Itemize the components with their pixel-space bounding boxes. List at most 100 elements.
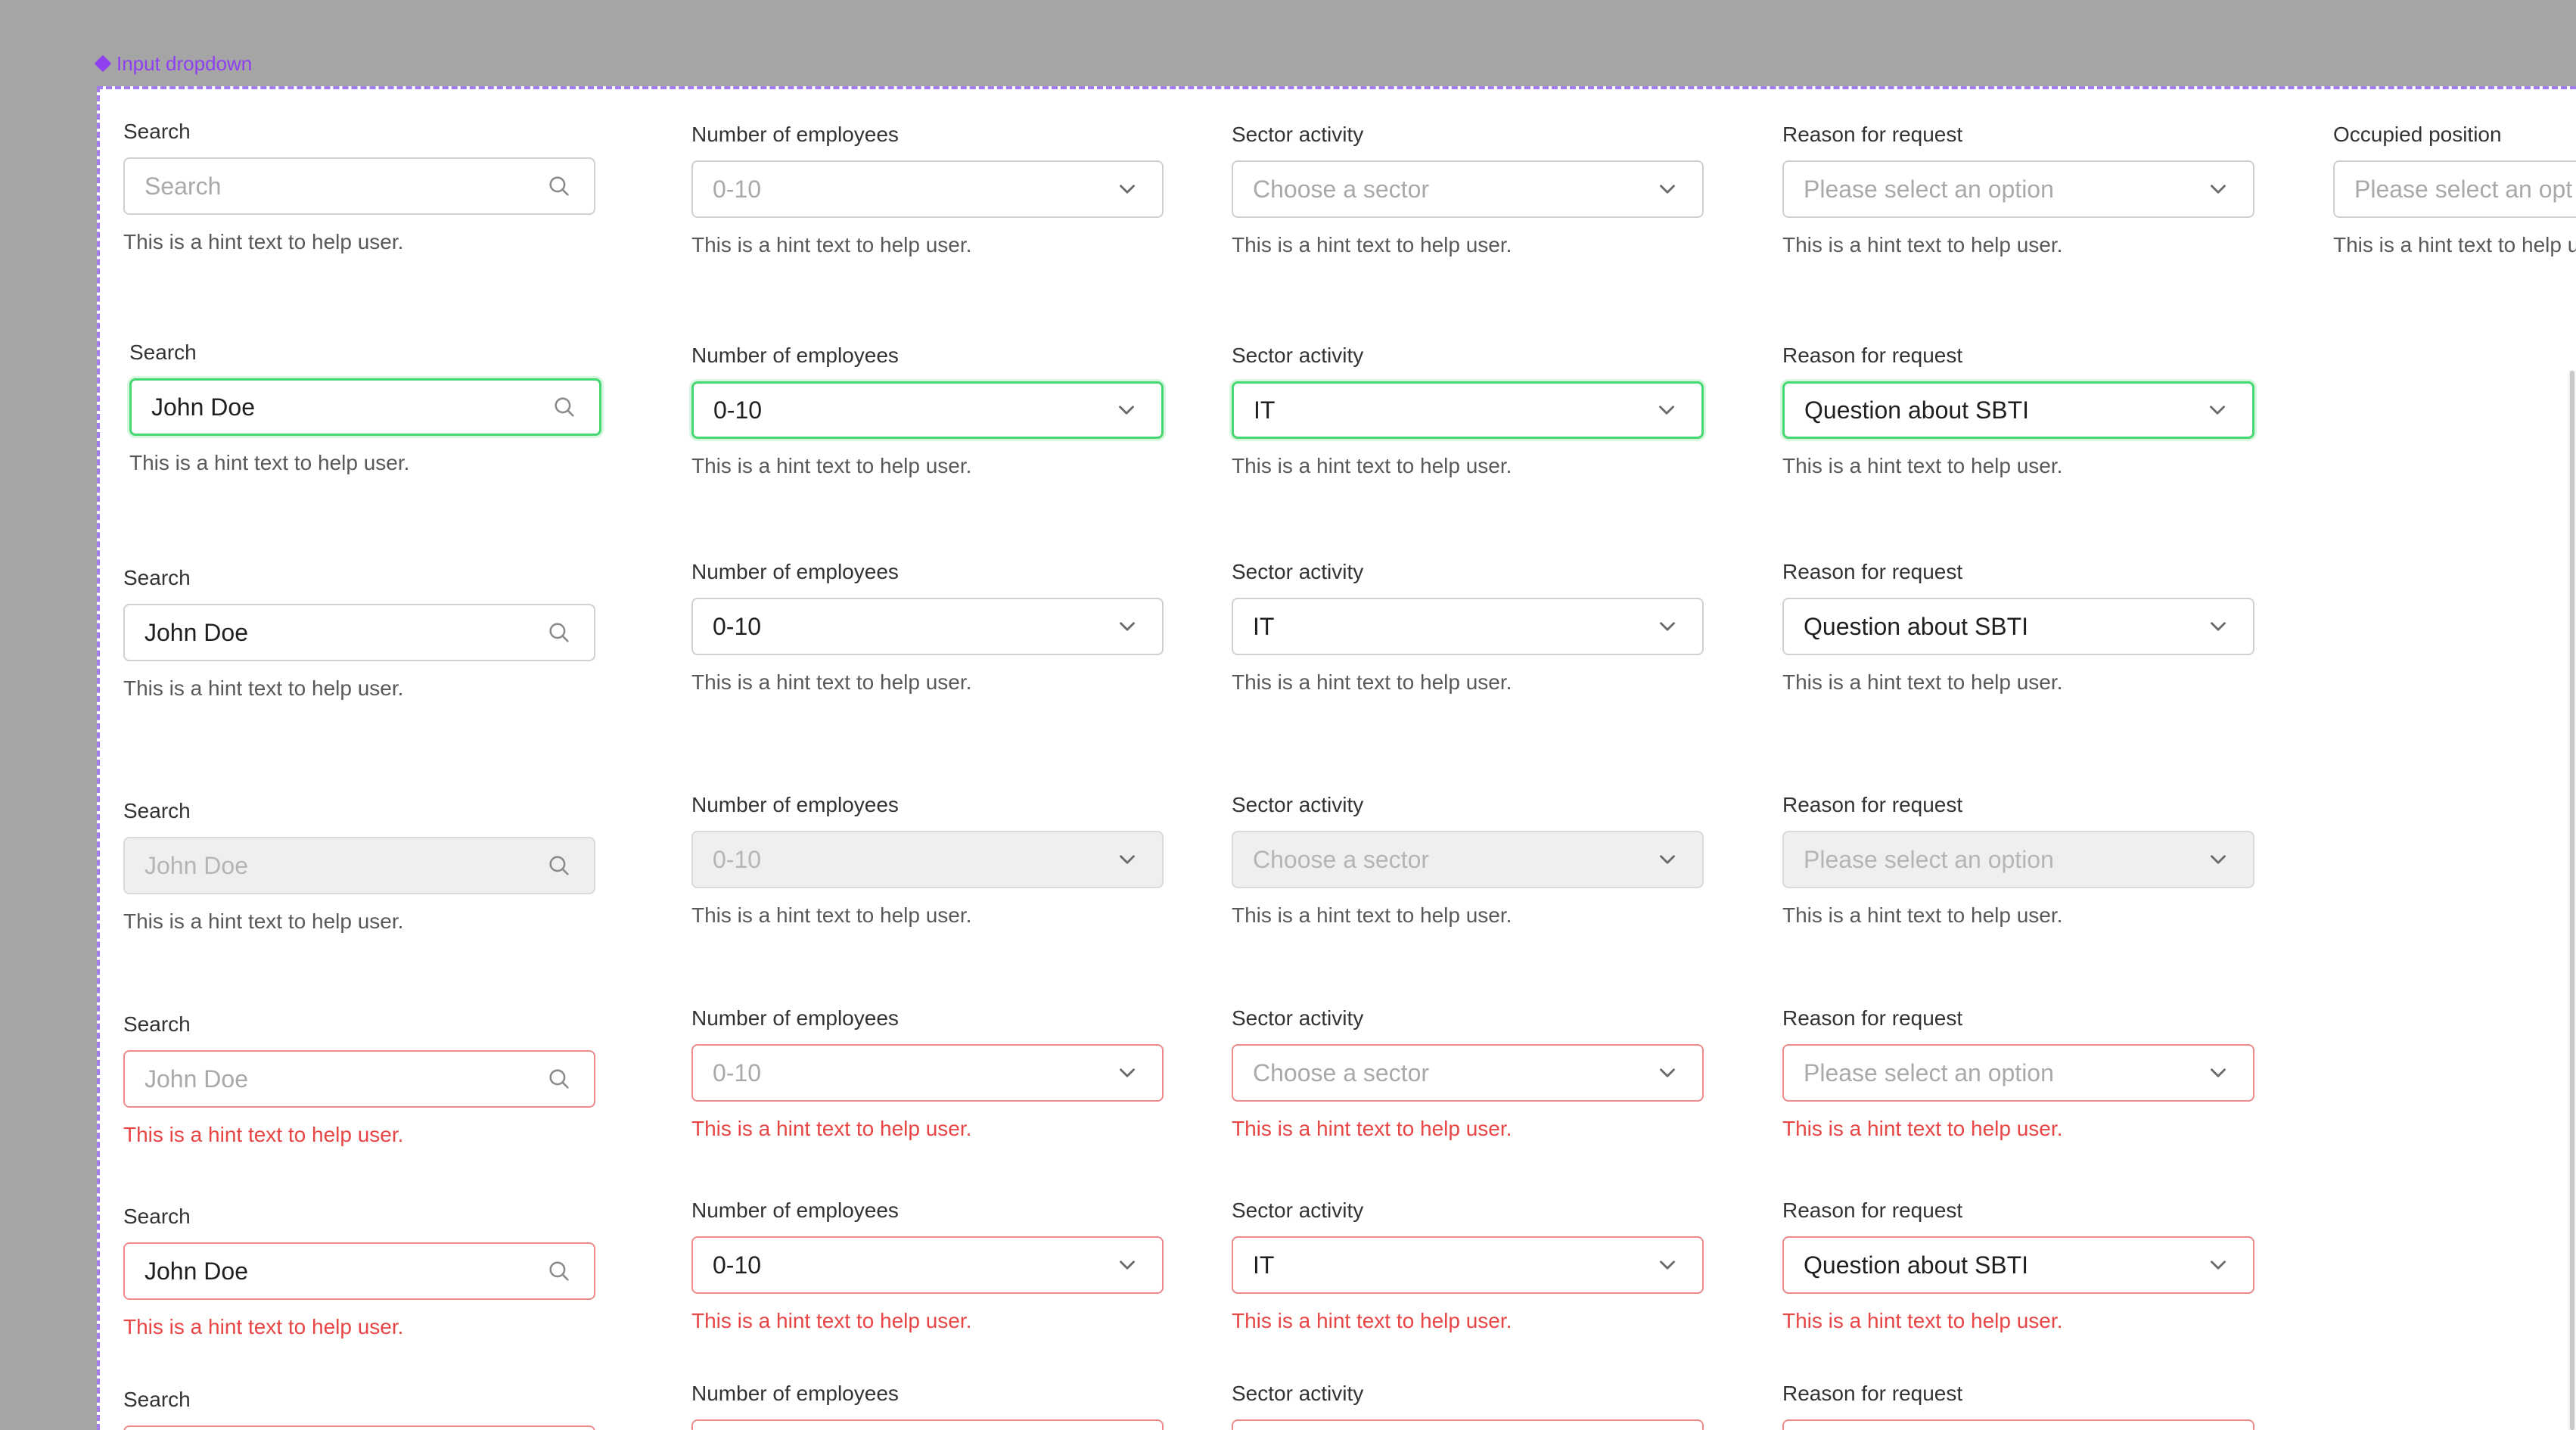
placeholder-text: Please select an option [1804,175,2054,203]
hint-text: This is a hint text to help user. [123,676,404,700]
field-label: Sector activity [1232,560,1364,583]
hint-text: This is a hint text to help user. [123,230,404,253]
employees-dropdown[interactable] [691,1419,1164,1430]
chevron-down-icon [1112,1250,1142,1280]
reason-dropdown[interactable]: Question about SBTI [1782,381,2254,439]
reason-dropdown[interactable]: Please select an option [1782,160,2254,218]
chevron-down-icon [2202,395,2233,425]
field-label: Sector activity [1232,1006,1364,1030]
search-field-default: Search Search This is a hint text to help … [123,118,595,254]
chevron-down-icon [1112,1058,1142,1088]
chevron-down-icon [2203,174,2233,204]
sector-field-filled: Sector activity IT This is a hint text to … [1232,558,1704,695]
employees-field-error: Number of employees 0-10 This is a hint te… [691,1005,1164,1141]
employees-field-focused: Number of employees 0-10 This is a hint te… [691,342,1164,478]
sector-dropdown[interactable]: IT [1232,598,1704,655]
frame-label: Input dropdown [94,50,252,77]
employees-dropdown[interactable]: 0-10 [691,1044,1164,1102]
hint-text: This is a hint text to help user. [2333,233,2576,256]
placeholder-text: Choose a sector [1253,1059,1430,1086]
sector-dropdown[interactable]: IT [1232,1236,1704,1294]
employees-field-disabled: Number of employees 0-10 This is a hint te… [691,791,1164,928]
field-label: Search [123,1012,191,1036]
reason-dropdown: Please select an option [1782,831,2254,888]
search-input[interactable]: John Doe [123,604,595,661]
field-label: Search [123,120,191,143]
employees-dropdown[interactable]: 0-10 [691,1236,1164,1294]
selected-value: IT [1253,1251,1275,1279]
search-input[interactable] [123,1425,595,1430]
reason-dropdown[interactable]: Please select an option [1782,1044,2254,1102]
field-label: Number of employees [691,560,899,583]
chevron-down-icon [1652,611,1683,642]
reason-dropdown[interactable] [1782,1419,2254,1430]
chevron-down-icon [2203,611,2233,642]
selected-value: 0-10 [713,396,763,424]
chevron-down-icon [1652,844,1683,875]
field-label: Reason for request [1782,344,1963,367]
position-dropdown[interactable]: Please select an opt [2333,160,2576,218]
position-field-default: Occupied position Please select an opt Thi… [2333,121,2576,257]
selected-value: Question about SBTI [1804,396,2030,424]
employees-field-error-filled: Number of employees 0-10 This is a hint te… [691,1197,1164,1333]
search-icon [544,617,574,648]
sector-dropdown[interactable]: Choose a sector [1232,160,1704,218]
chevron-down-icon [1111,395,1142,425]
field-label: Number of employees [691,1198,899,1222]
search-input[interactable]: John Doe [123,1242,595,1300]
chevron-down-icon [1112,844,1142,875]
search-field-partial: Search [123,1386,595,1430]
selected-value: John Doe [144,1257,248,1285]
selected-value: Question about SBTI [1804,612,2029,640]
hint-text: This is a hint text to help user. [1782,1309,2063,1332]
selected-value: John Doe [151,393,255,421]
selected-value: 0-10 [713,1251,762,1279]
hint-text: This is a hint text to help user. [691,454,972,477]
chevron-down-icon [1112,174,1142,204]
chevron-down-icon [2203,1058,2233,1088]
employees-dropdown[interactable]: 0-10 [691,381,1164,439]
reason-field-error-filled: Reason for request Question about SBTI Thi… [1782,1197,2254,1333]
chevron-down-icon [1652,395,1682,425]
sector-dropdown[interactable] [1232,1419,1704,1430]
hint-text: This is a hint text to help user. [123,1315,404,1338]
chevron-down-icon [1652,174,1683,204]
reason-dropdown[interactable]: Question about SBTI [1782,1236,2254,1294]
employees-dropdown[interactable]: 0-10 [691,598,1164,655]
sector-field-focused: Sector activity IT This is a hint text to … [1232,342,1704,478]
search-input: John Doe [123,837,595,894]
search-input[interactable]: John Doe [129,378,601,436]
search-input[interactable]: Search [123,157,595,215]
sector-field-default: Sector activity Choose a sector This is a … [1232,121,1704,257]
chevron-down-icon [2203,1250,2233,1280]
selected-value: John Doe [144,618,248,646]
field-label: Sector activity [1232,123,1364,146]
field-label: Reason for request [1782,560,1963,583]
sector-field-error: Sector activity Choose a sector This is a … [1232,1005,1704,1141]
reason-field-default: Reason for request Please select an optio… [1782,121,2254,257]
search-icon [544,850,574,881]
hint-text: This is a hint text to help user. [1232,1309,1512,1332]
reason-dropdown[interactable]: Question about SBTI [1782,598,2254,655]
selected-value: 0-10 [713,845,762,873]
hint-text: This is a hint text to help user. [1782,1117,2063,1140]
input-dropdown-frame: Search Search This is a hint text to help … [97,86,2576,1430]
field-label: Sector activity [1232,344,1364,367]
field-label: Number of employees [691,123,899,146]
search-input[interactable]: John Doe [123,1050,595,1108]
placeholder-text: Please select an opt [2354,175,2573,203]
scrollbar-thumb[interactable] [2570,371,2574,1430]
reason-field-focused: Reason for request Question about SBTI Thi… [1782,342,2254,478]
search-field-disabled: Search John Doe This is a hint text to hel… [123,797,595,934]
hint-text: This is a hint text to help user. [129,451,410,474]
field-label: Reason for request [1782,793,1963,816]
sector-dropdown[interactable]: Choose a sector [1232,1044,1704,1102]
employees-dropdown[interactable]: 0-10 [691,160,1164,218]
search-icon [549,392,580,422]
selected-value: IT [1253,612,1275,640]
employees-dropdown: 0-10 [691,831,1164,888]
sector-dropdown[interactable]: IT [1232,381,1704,439]
hint-text: This is a hint text to help user. [691,903,972,927]
field-label: Reason for request [1782,1382,1963,1405]
field-label: Reason for request [1782,1006,1963,1030]
